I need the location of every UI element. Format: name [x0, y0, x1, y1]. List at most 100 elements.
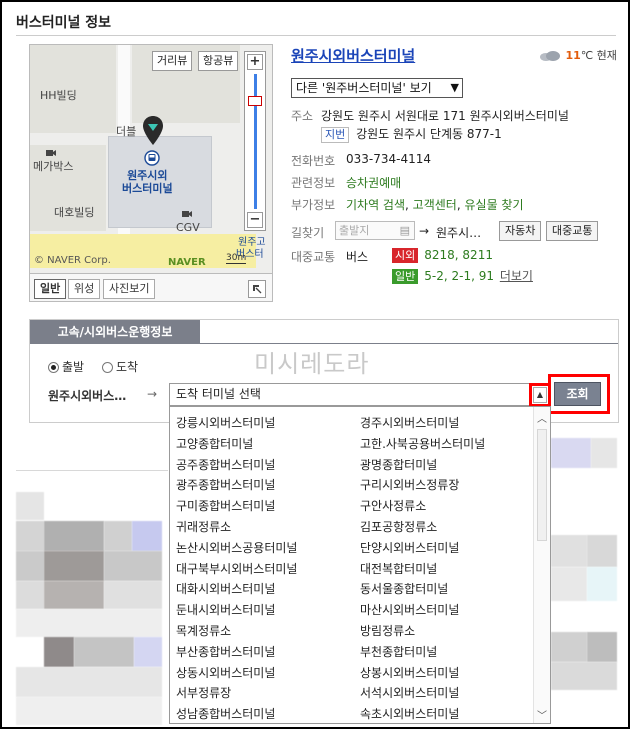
dropdown-option[interactable]: 경주시외버스터미널 [360, 414, 459, 431]
map-type-bar: 일반 위성 사진보기 [29, 274, 273, 302]
section-title: 버스터미널 정보 [16, 15, 112, 31]
customer-center-link[interactable]: 고객센터 [413, 198, 457, 212]
dropdown-option[interactable]: 대전복합터미널 [360, 560, 437, 577]
dropdown-option[interactable]: 광주종합버스터미널 [176, 476, 275, 493]
cloud-icon [540, 51, 560, 61]
window-frame: 버스터미널 정보 HH빌딩 더블 메가박스 대호빌딩 CGV 원주시외 버스터미… [0, 0, 630, 729]
dropdown-option[interactable]: 고한.사북공용버스터미널 [360, 435, 485, 452]
dropdown-option[interactable]: 강릉시외버스터미널 [176, 414, 275, 431]
radio-checked-icon [48, 362, 59, 373]
dropdown-option[interactable]: 방림정류소 [360, 622, 415, 639]
radio-departure[interactable]: 출발 [48, 358, 84, 375]
map-view[interactable]: HH빌딩 더블 메가박스 대호빌딩 CGV 원주시외 버스터미널 원주고 버스터… [29, 44, 273, 274]
phone-label: 전화번호 [291, 154, 336, 168]
weather-temp: 11 [565, 49, 581, 62]
dropdown-option[interactable]: 귀래정류소 [176, 518, 231, 535]
divider [16, 470, 168, 471]
jibun-tag: 지번 [321, 127, 350, 143]
ticket-booking-link[interactable]: 승차권예매 [346, 174, 401, 191]
route-arrow: → [147, 387, 158, 401]
chevron-down-icon[interactable]: ﹀ [537, 707, 547, 722]
radio-unchecked-icon [102, 362, 113, 373]
map-type-satellite[interactable]: 위성 [68, 279, 101, 299]
map-photo-button[interactable]: 사진보기 [103, 279, 156, 299]
naver-logo: NAVER [168, 257, 206, 268]
scrollbar-thumb[interactable] [537, 429, 547, 541]
dropdown-option[interactable]: 공주종합버스터미널 [176, 456, 275, 473]
other-terminal-select[interactable]: 다른 '원주버스터미널' 보기 ▼ [291, 78, 463, 98]
dropdown-option[interactable]: 상동시외버스터미널 [176, 664, 275, 681]
bus-icon [144, 150, 160, 166]
dropdown-option[interactable]: 구미종합버스터미널 [176, 497, 275, 514]
chevron-down-icon: ▼ [450, 81, 459, 94]
train-search-link[interactable]: 기차역 검색 [346, 198, 405, 212]
lost-found-link[interactable]: 유실물 찾기 [465, 198, 524, 212]
dropdown-option[interactable]: 대화시외버스터미널 [176, 580, 275, 597]
directions-arrow: → [419, 224, 430, 238]
dropdown-option[interactable]: 논산시외버스공용터미널 [176, 539, 297, 556]
terminal-name-link[interactable]: 원주시외버스터미널 [291, 45, 415, 66]
dropdown-option[interactable]: 마산시외버스터미널 [360, 601, 459, 618]
chevron-up-icon[interactable]: ︿ [537, 410, 547, 425]
weather-unit: ℃ [580, 49, 594, 62]
extra-links: 기차역 검색, 고객센터, 유실물 찾기 [346, 198, 524, 212]
zoom-in-button[interactable]: + [247, 54, 263, 70]
cinema-icon [46, 150, 56, 156]
weather-widget: 11℃ 현재 [538, 47, 617, 63]
map-label-hh: HH빌딩 [40, 89, 77, 102]
dropdown-option[interactable]: 성남종합버스터미널 [176, 705, 275, 722]
dropdown-option[interactable]: 목계정류소 [176, 622, 231, 639]
transit-row: 일반 5-2, 2-1, 91 더보기 [392, 267, 533, 284]
aerial-view-button[interactable]: 항공뷰 [198, 51, 239, 71]
transit-row: 시외 8218, 8211 [392, 248, 493, 263]
transit-route-button[interactable]: 대중교통 [546, 221, 599, 241]
directions-label: 길찾기 [291, 226, 325, 240]
expand-icon[interactable] [248, 280, 266, 298]
address-road: 강원도 원주시 서원대로 171 원주시외버스터미널 [321, 109, 569, 123]
street-view-button[interactable]: 거리뷰 [152, 51, 193, 71]
dropdown-scrollbar[interactable]: ︿ ﹀ [533, 407, 550, 723]
car-route-button[interactable]: 자동차 [499, 221, 542, 241]
dropdown-option[interactable]: 속초시외버스터미널 [360, 705, 459, 722]
weather-label: 현재 [596, 49, 617, 62]
directions-end: 원주시… [436, 226, 482, 240]
intercity-routes[interactable]: 8218, 8211 [424, 248, 493, 262]
zoom-track[interactable] [254, 74, 257, 209]
zoom-control[interactable]: + − [244, 51, 266, 231]
dropdown-option[interactable]: 김포공항정류소 [360, 518, 437, 535]
dropdown-option[interactable]: 광명종합터미널 [360, 456, 437, 473]
map-copyright: © NAVER Corp. [34, 255, 111, 266]
dropdown-option[interactable]: 구리시외버스정류장 [360, 476, 459, 493]
start-input[interactable]: 출발지 ▤ [335, 221, 415, 240]
map-label-cgv: CGV [176, 221, 200, 234]
map-type-normal[interactable]: 일반 [34, 279, 67, 299]
dropdown-option[interactable]: 고양종합터미널 [176, 435, 253, 452]
zoom-slider-handle[interactable] [248, 96, 262, 106]
dropdown-option[interactable]: 서부정류장 [176, 684, 231, 701]
intercity-badge: 시외 [392, 248, 419, 263]
bus-schedule-tab[interactable]: 고속/시외버스운행정보 [30, 320, 200, 344]
dropdown-option[interactable]: 구안사정류소 [360, 497, 426, 514]
dropdown-option[interactable]: 동서울종합터미널 [360, 580, 448, 597]
dropdown-option[interactable]: 둔내시외버스터미널 [176, 601, 275, 618]
phone-value: 033-734-4114 [346, 152, 432, 166]
more-link[interactable]: 더보기 [500, 269, 533, 283]
destination-dropdown-list[interactable]: ︿ ﹀ 강릉시외버스터미널 경주시외버스터미널고양종합터미널 고한.사북공용버스터미… [169, 406, 551, 724]
dropdown-option[interactable]: 부천종합터미널 [360, 643, 437, 660]
dropdown-option[interactable]: 대구북부시외버스터미널 [176, 560, 297, 577]
location-pin-icon[interactable] [141, 115, 165, 147]
dropdown-option[interactable]: 서석시외버스터미널 [360, 684, 459, 701]
other-terminal-select-value: 다른 '원주버스터미널' 보기 [296, 81, 432, 95]
general-routes[interactable]: 5-2, 2-1, 91 [424, 269, 494, 283]
dropdown-option[interactable]: 단양시외버스터미널 [360, 539, 459, 556]
radio-arrival[interactable]: 도착 [102, 358, 138, 375]
watermark: 미시레도라 [254, 350, 370, 378]
dropdown-option[interactable]: 부산종합버스터미널 [176, 643, 275, 660]
chevron-up-icon[interactable]: ▲ [533, 387, 547, 403]
transit-kind: 버스 [346, 250, 369, 264]
destination-select[interactable]: 도착 터미널 선택 [169, 383, 550, 406]
zoom-out-button[interactable]: − [247, 212, 263, 228]
search-button[interactable]: 조회 [554, 382, 601, 406]
dropdown-option[interactable]: 상봉시외버스터미널 [360, 664, 459, 681]
map-label-megabox: 메가박스 [33, 160, 74, 173]
